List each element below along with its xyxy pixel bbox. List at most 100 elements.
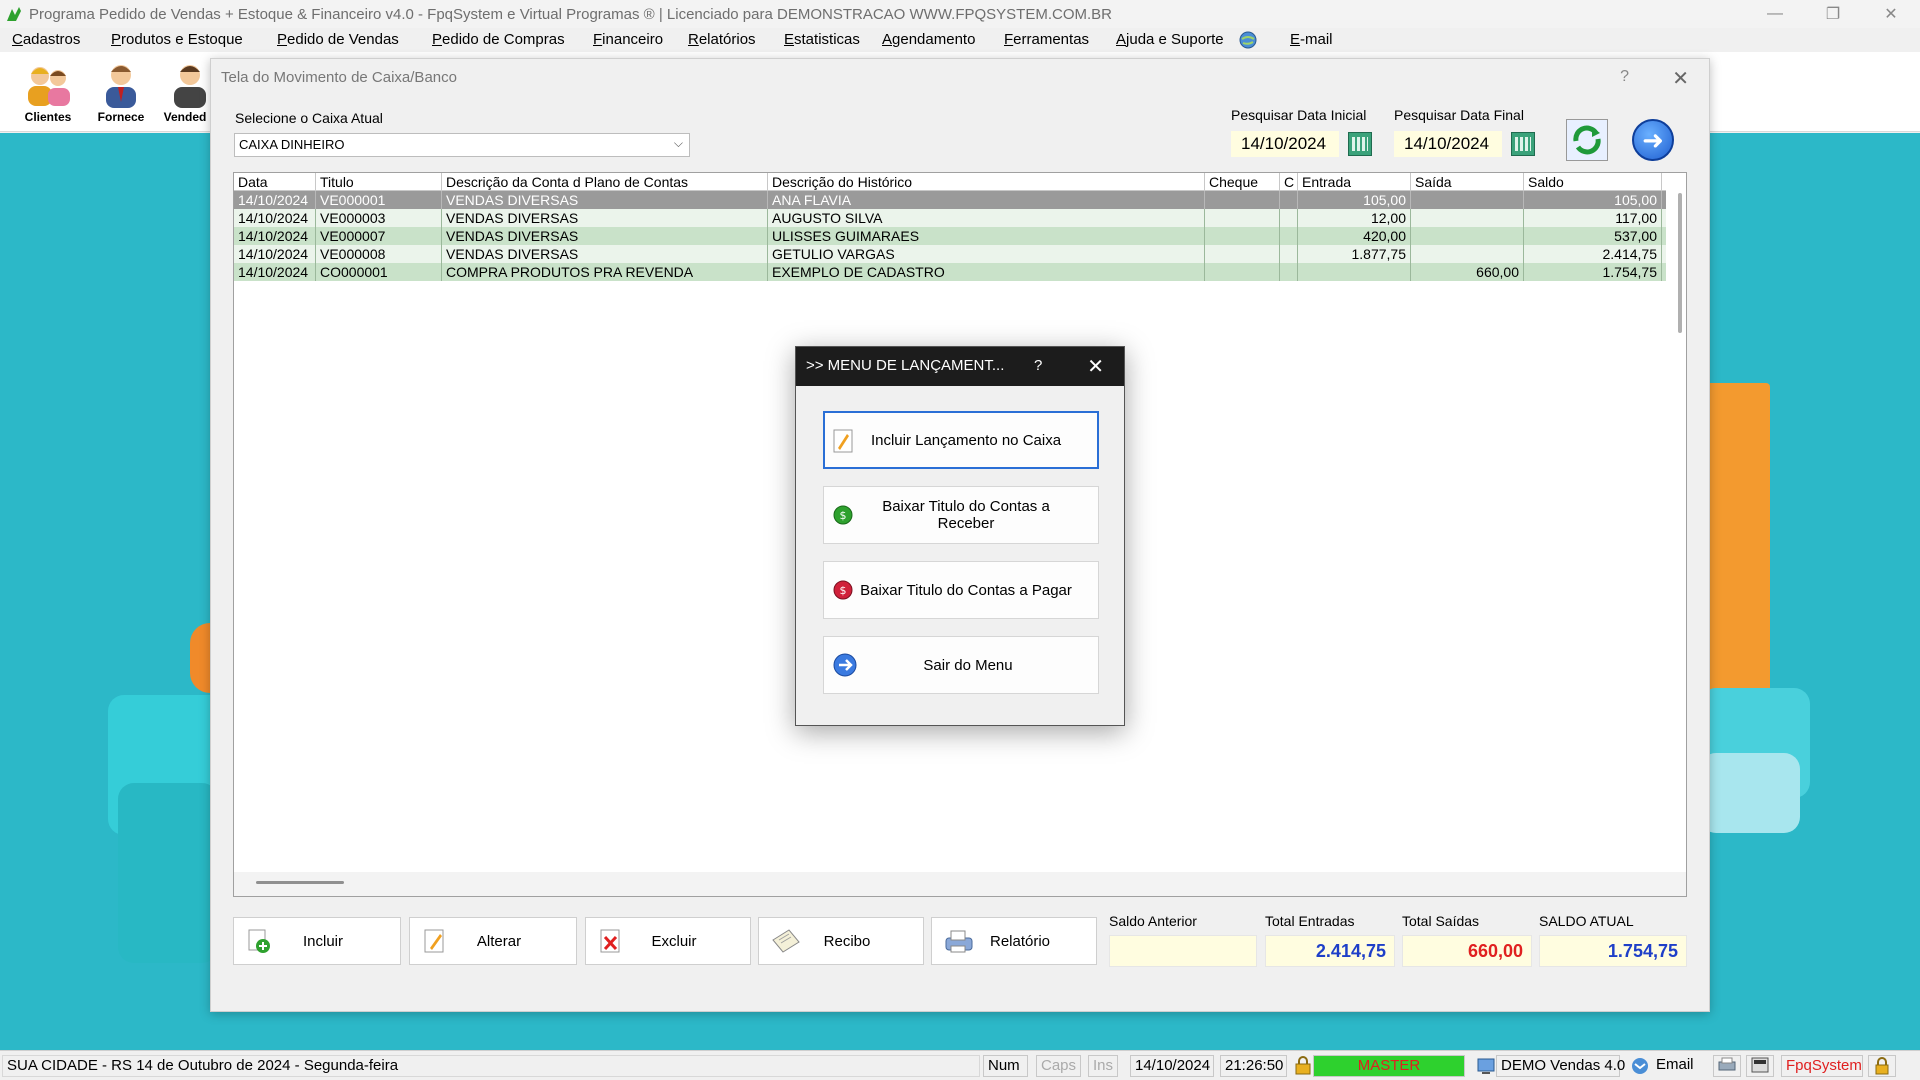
app-logo-icon <box>3 3 25 25</box>
toolbar-vendedores[interactable]: Vended <box>160 62 210 132</box>
table-row[interactable]: 14/10/2024 VE000008 VENDAS DIVERSAS GETU… <box>234 245 1666 263</box>
status-version: DEMO Vendas 4.0 <box>1496 1055 1625 1077</box>
email-icon[interactable] <box>1630 1056 1650 1076</box>
col-saldo[interactable]: Saldo <box>1524 173 1662 191</box>
calculator-icon[interactable] <box>1746 1055 1774 1077</box>
arrow-right-icon: ➜ <box>1642 124 1664 155</box>
incluir-lancamento-label: Incluir Lançamento no Caixa <box>870 431 1062 449</box>
calendar-initial-icon[interactable] <box>1348 132 1372 156</box>
toolbar-clientes[interactable]: Clientes <box>13 62 83 132</box>
menu-email[interactable]: E-mail <box>1290 31 1333 48</box>
calendar-final-icon[interactable] <box>1511 132 1535 156</box>
col-titulo[interactable]: Titulo <box>316 173 442 191</box>
status-time: 21:26:50 <box>1220 1055 1287 1077</box>
date-final-input[interactable]: 14/10/2024 <box>1394 131 1502 157</box>
refresh-button[interactable] <box>1566 119 1608 161</box>
table-row[interactable]: 14/10/2024 VE000007 VENDAS DIVERSAS ULIS… <box>234 227 1666 245</box>
launch-menu-title: >> MENU DE LANÇAMENT... <box>806 357 1005 374</box>
caixa-select-label: Selecione o Caixa Atual <box>235 110 383 126</box>
launch-menu-title-bar: >> MENU DE LANÇAMENT... ? ✕ <box>796 347 1124 386</box>
restore-button[interactable]: ❐ <box>1804 0 1862 28</box>
status-num: Num <box>983 1055 1028 1077</box>
toolbar-vended-label: Vended <box>163 110 207 124</box>
menu-agendamento[interactable]: Agendamento <box>882 31 975 48</box>
baixar-receber-button[interactable]: $ Baixar Titulo do Contas a Receber <box>823 486 1099 544</box>
printer-status-icon[interactable] <box>1713 1055 1741 1077</box>
close-button[interactable]: ✕ <box>1862 0 1920 28</box>
excluir-label: Excluir <box>651 932 697 950</box>
user-lock-icon <box>1293 1056 1313 1076</box>
menu-relatorios[interactable]: Relatórios <box>688 31 756 48</box>
table-row[interactable]: 14/10/2024 CO000001 COMPRA PRODUTOS PRA … <box>234 263 1666 281</box>
excluir-button[interactable]: Excluir <box>585 917 751 965</box>
relatorio-button[interactable]: Relatório <box>931 917 1097 965</box>
launch-menu-close-button[interactable]: ✕ <box>1087 354 1104 379</box>
menu-financeiro[interactable]: Financeiro <box>593 31 663 48</box>
incluir-label: Incluir <box>302 932 343 950</box>
status-caps: Caps <box>1036 1055 1081 1077</box>
menu-bar: Cadastros Produtos e Estoque Pedido de V… <box>0 28 1920 52</box>
gift-box-right-light <box>1700 753 1800 833</box>
vertical-scrollbar[interactable] <box>1678 193 1682 333</box>
sair-menu-label: Sair do Menu <box>923 656 1013 674</box>
toolbar-fornece[interactable]: Fornece <box>86 62 156 132</box>
date-initial-input[interactable]: 14/10/2024 <box>1231 131 1339 157</box>
menu-ferramentas[interactable]: Ferramentas <box>1004 31 1089 48</box>
saldo-atual-label: SALDO ATUAL <box>1539 913 1634 929</box>
title-bar: Programa Pedido de Vendas + Estoque & Fi… <box>0 0 1920 28</box>
next-button[interactable]: ➜ <box>1632 119 1674 161</box>
window-title: Programa Pedido de Vendas + Estoque & Fi… <box>29 5 1112 23</box>
launch-menu-dialog: >> MENU DE LANÇAMENT... ? ✕ Incluir Lanç… <box>795 346 1125 726</box>
status-brand: FpqSystem <box>1781 1055 1863 1077</box>
users-icon <box>28 67 70 106</box>
menu-produtos-estoque[interactable]: Produtos e Estoque <box>111 31 243 48</box>
globe-icon[interactable] <box>1238 30 1258 50</box>
menu-pedido-vendas[interactable]: Pedido de Vendas <box>277 31 399 48</box>
col-c[interactable]: C <box>1280 173 1298 191</box>
status-email[interactable]: Email <box>1652 1055 1708 1077</box>
menu-cadastros[interactable]: Cadastros <box>12 31 80 48</box>
baixar-pagar-label: Baixar Titulo do Contas a Pagar <box>860 581 1072 599</box>
menu-ajuda-suporte[interactable]: Ajuda e Suporte <box>1116 31 1224 48</box>
caixa-window-close-button[interactable]: ✕ <box>1672 66 1689 91</box>
status-bar: SUA CIDADE - RS 14 de Outubro de 2024 - … <box>0 1050 1920 1080</box>
baixar-pagar-button[interactable]: $ Baixar Titulo do Contas a Pagar <box>823 561 1099 619</box>
total-saidas-label: Total Saídas <box>1402 913 1480 929</box>
caixa-select-value: CAIXA DINHEIRO <box>239 137 345 152</box>
total-saidas-value: 660,00 <box>1402 935 1532 967</box>
col-conta[interactable]: Descrição da Conta d Plano de Contas <box>442 173 768 191</box>
money-green-icon: $ <box>832 504 854 526</box>
toolbar-clientes-label: Clientes <box>24 110 72 124</box>
total-entradas-label: Total Entradas <box>1265 913 1355 929</box>
relatorio-label: Relatório <box>989 932 1051 950</box>
sair-menu-button[interactable]: Sair do Menu <box>823 636 1099 694</box>
recibo-button[interactable]: Recibo <box>758 917 924 965</box>
printer-icon <box>944 928 973 954</box>
horizontal-scrollbar[interactable] <box>256 881 344 884</box>
table-row[interactable]: 14/10/2024 VE000001 VENDAS DIVERSAS ANA … <box>234 191 1666 209</box>
menu-estatisticas[interactable]: Estatisticas <box>784 31 860 48</box>
menu-pedido-compras[interactable]: Pedido de Compras <box>432 31 565 48</box>
alterar-label: Alterar <box>476 932 522 950</box>
caixa-select[interactable]: CAIXA DINHEIRO ⌵ <box>234 133 690 157</box>
launch-menu-help-button[interactable]: ? <box>1034 357 1042 374</box>
col-historico[interactable]: Descrição do Histórico <box>768 173 1205 191</box>
supplier-icon <box>106 65 136 108</box>
col-data[interactable]: Data <box>234 173 316 191</box>
status-date: 14/10/2024 <box>1130 1055 1214 1077</box>
col-entrada[interactable]: Entrada <box>1298 173 1411 191</box>
delete-icon <box>598 928 624 954</box>
table-row[interactable]: 14/10/2024 VE000003 VENDAS DIVERSAS AUGU… <box>234 209 1666 227</box>
incluir-button[interactable]: Incluir <box>233 917 401 965</box>
col-saida[interactable]: Saída <box>1411 173 1524 191</box>
help-button[interactable]: ? <box>1620 68 1629 86</box>
receipt-icon <box>771 928 800 954</box>
minimize-button[interactable]: — <box>1746 0 1804 28</box>
lock-status-icon[interactable] <box>1868 1055 1896 1077</box>
alterar-button[interactable]: Alterar <box>409 917 577 965</box>
col-cheque[interactable]: Cheque <box>1205 173 1280 191</box>
status-user: MASTER <box>1313 1055 1465 1077</box>
chevron-down-icon: ⌵ <box>673 136 683 150</box>
incluir-lancamento-button[interactable]: Incluir Lançamento no Caixa <box>823 411 1099 469</box>
date-initial-label: Pesquisar Data Inicial <box>1231 107 1367 123</box>
